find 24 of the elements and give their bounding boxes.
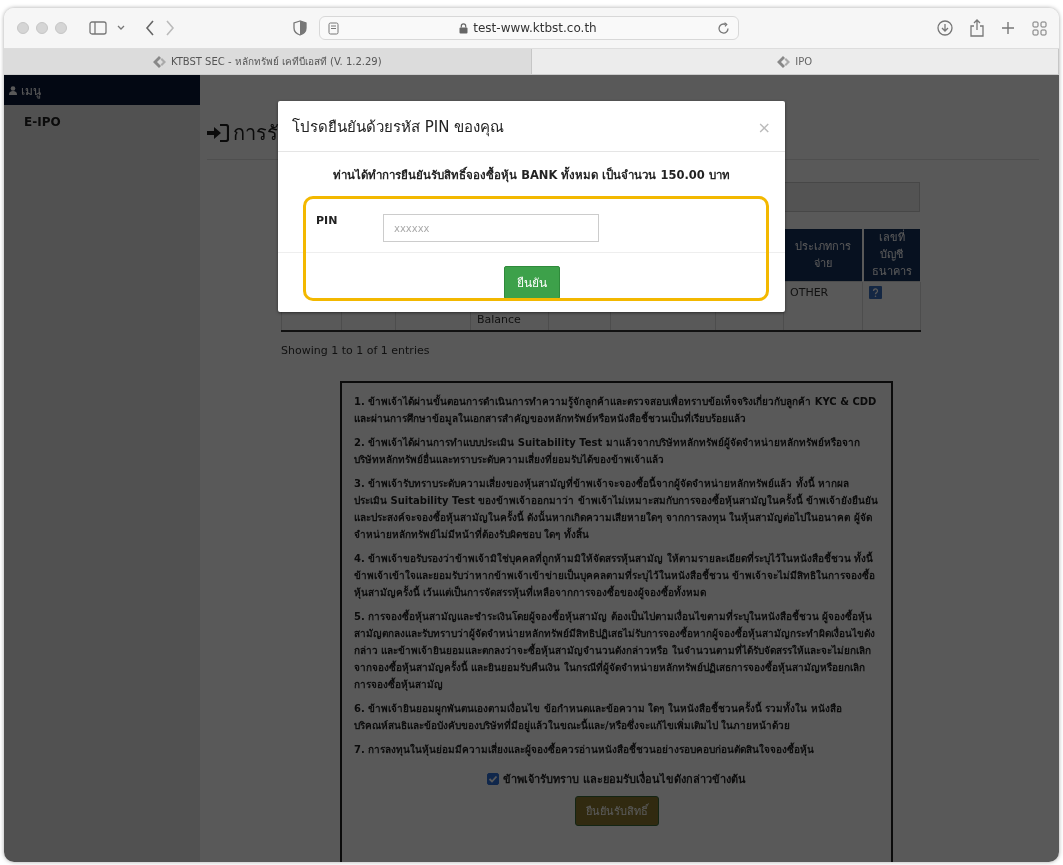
sidebar-item[interactable]: E-IPO — [4, 105, 200, 139]
dialog-title: โปรดยืนยันด้วยรหัส PIN ของคุณ — [292, 117, 505, 139]
dialog-message: ท่านได้ทำการยืนยันรับสิทธิ์จองซื้อหุ้น BANK ทั้งหมด เป็นจำนวน 150.00 บาท — [332, 166, 731, 184]
column-header: ประเภทการจ่าย — [783, 229, 863, 281]
pin-label: PIN — [316, 214, 339, 227]
close-button[interactable]: × — [757, 117, 771, 137]
confirm-button[interactable]: ยืนยัน — [503, 266, 560, 299]
address-bar[interactable]: test-www.ktbst.co.th — [319, 16, 739, 40]
browser-tab[interactable]: KTBST SEC - หลักทรัพย์ เคทีบีเอสที (V. 1.2.29) — [4, 49, 532, 74]
term-paragraph: 1. ข้าพเจ้าได้ผ่านขั้นตอนการดำเนินการทำความรู้จักลูกค้าและตรวจสอบเพื่อทราบข้อเท็จจริงเกี่ยวกับลูกค้า KYC & CDD และผ่านการศึกษาข้อมูลในเอกสารสำคัญของหลักทรัพย์หรือหนังสือชี้ชวนเป็นที่เรียบร้อยแล้ว — [354, 393, 878, 427]
column-header: เลขที่บัญชีธนาคาร — [862, 229, 921, 281]
sidebar-title: เมนู — [21, 82, 41, 100]
term-paragraph: 2. ข้าพเจ้าได้ผ่านการทำแบบประเมิน Suitability Test มาแล้วจากบริษัทหลักทรัพย์ผู้จัดจำหน่ายหลักทรัพย์หรือจากบริษัทหลักทรัพย์อื่นและทราบระดับความเสี่ยงที่ยอมรับได้ของข้าพเจ้าแล้ว — [354, 435, 861, 467]
term-paragraph: 3. ข้าพเจ้ารับทราบระดับความเสี่ยงของหุ้นสามัญที่ข้าพเจ้าจะจองซื้อนี้จากผู้จัดจำหน่ายหลักทรัพย์แล้ว ทั้งนี้ หากผลประเมิน Suitability Test ของข้าพเจ้าออกมาว่า ข้าพเจ้าไม่เหมาะสมกับการจองซื้อหุ้นสามัญในครั้งนี้ ข้าพเจ้ายังยืนยันและประสงค์จะจองซื้อหุ้นสามัญในครั้งนี้ ดังนั้นหากเกิดความเสียหายใดๆ จากการลงทุน ในหุ้นสามัญต่อไปในอนาคต ผู้จัดจำหน่ายหลักทรัพย์ไม่มีหน้าที่ต้องรับผิดชอบ ใดๆ ทั้งสิ้น — [354, 475, 879, 542]
browser-tab[interactable]: IPO — [531, 49, 1059, 74]
pin-field[interactable]: xxxxxx — [383, 214, 599, 242]
term-paragraph: 7. การลงทุนในหุ้นย่อมมีความเสี่ยงและผู้จองซื้อควรอ่านหนังสือชี้ชวนอย่างรอบคอบก่อนตัดสินใจจองซื้อหุ้น — [354, 741, 816, 758]
url-text: test-www.ktbst.co.th — [473, 21, 597, 35]
consent-label: ข้าพเจ้ารับทราบ และยอมรับเงื่อนไขดังกล่าวข้างต้น — [503, 770, 746, 788]
term-paragraph: 5. การจองซื้อหุ้นสามัญและชำระเงินโดยผู้จองซื้อหุ้นสามัญ ต้องเป็นไปตามเงื่อนไขตามที่ระบุในหนังสือชี้ชวน ผู้จองซื้อหุ้นสามัญตกลงและรับทราบว่าผู้จัดจำหน่ายหลักทรัพย์มีสิทธิปฏิเสธไม่รับการจองซื้อหากผู้จองซื้อหุ้นสามัญกระทำผิดเงื่อนไขดังกล่าว และข้าพเจ้ายินยอมและตกลงว่าจะซื้อหุ้นสามัญจำนวนดังกล่าวหรือ ในจำนวนตามที่ได้รับจัดสรรให้และจะไม่ยกเลิกจากจองซื้อหุ้นสามัญครั้งนี้ และยินยอมรับคืนเงิน ในกรณีที่ผู้จัดจำหน่ายหลักทรัพย์ปฏิเสธการจองซื้อหุ้นสามัญหรือยกเลิกการจองซื้อหุ้นสามัญ — [354, 608, 876, 693]
entries-info: Showing 1 to 1 of 1 entries — [281, 343, 431, 357]
term-paragraph: 6. ข้าพเจ้ายินยอมผูกพันตนเองตามเงื่อนไข ข้อกำหนดและข้อความ ใดๆ ในหนังสือชี้ชวนครั้งนี้ รวมทั้งใน หนังสือบริคณห์สนธิและข้อบังคับของบริษัทที่มีอยู่แล้วในขณะนี้และ/หรือซึ่งจะแก้ไขเพิ่มเติมไป ในภายหน้าด้วย — [354, 700, 843, 734]
page-heading: การรั — [233, 120, 278, 147]
term-paragraph: 4. ข้าพเจ้าขอรับรองว่าข้าพเจ้ามิใช่บุคคลที่ถูกห้ามมิให้จัดสรรหุ้นสามัญ ให้ตามรายละเอียดที่ระบุไว้ในหนังสือชี้ชวน ทั้งนี้ข้าพเจ้าเข้าใจและยอมรับว่าหากข้าพเจ้าเข้าข่ายเป็นบุคคลตามที่ระบุไว้ในหนังสือชี้ชวน ข้าพเจ้าจะไม่มีสิทธิในการจองซื้อหุ้นสามัญครั้งนี้ เว้นแต่เป็นการจัดสรรหุ้นที่เหลือจากการจองซื้อของผู้จองซื้อทั้งหมด — [354, 550, 877, 601]
